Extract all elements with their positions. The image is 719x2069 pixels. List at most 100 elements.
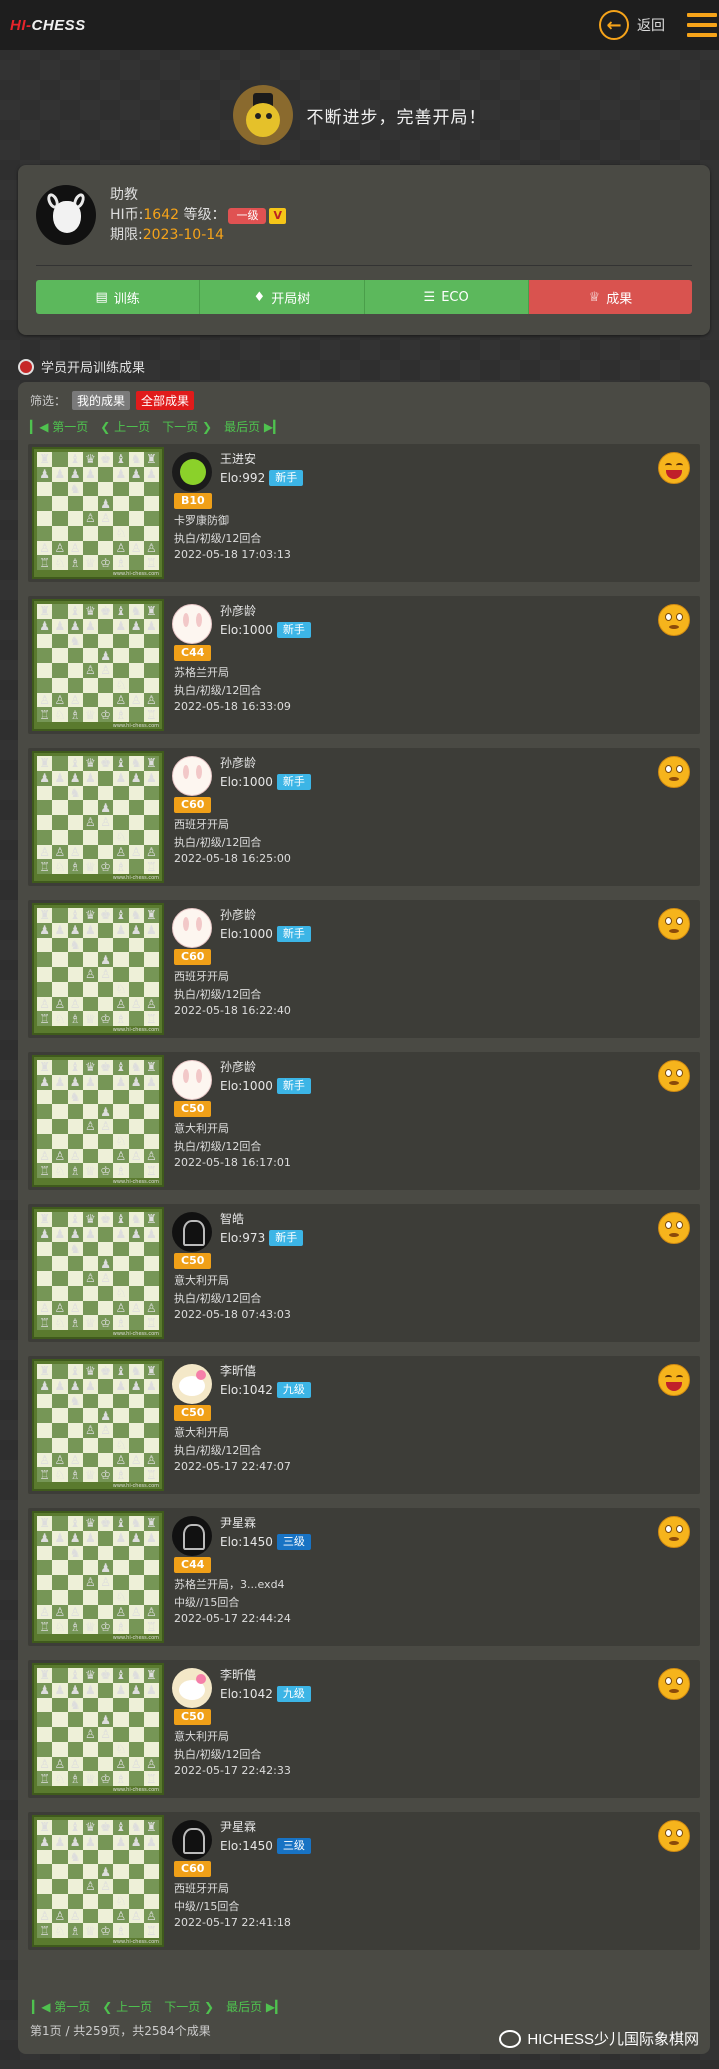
list-item[interactable]: ♜ ♝ ♛ ♚ ♝ ♞ ♜ ♟ ♟ ♟ ♟ ♟ ♟ ♟ ♞ ♟ ♙ ♙ ♘ ♙ ♙ ♙ ♙ ♙ ♙ ♖ ♘ ♗ ♕ ♔ ♗ ♖ www.hi-c… <box>28 1812 700 1950</box>
opening-name: 苏格兰开局 <box>174 666 229 679</box>
training-mode: 执白/初级/12回合 <box>174 1292 262 1305</box>
opening-name: 意大利开局 <box>174 1730 229 1743</box>
opening-name: 西班牙开局 <box>174 1882 229 1895</box>
hi-coin-label: HI币: <box>110 207 144 223</box>
back-label: 返回 <box>637 18 665 34</box>
list-item[interactable]: ♜ ♝ ♛ ♚ ♝ ♞ ♜ ♟ ♟ ♟ ♟ ♟ ♟ ♟ ♞ ♟ ♙ ♙ ♘ ♙ ♙ ♙ ♙ ♙ ♙ ♖ ♘ ♗ ♕ ♔ ♗ ♖ www.hi-c… <box>28 1508 700 1646</box>
laughing-face-icon <box>658 452 690 486</box>
timestamp: 2022-05-17 22:47:07 <box>174 1460 291 1473</box>
elo-value: Elo:1450 <box>220 1839 273 1853</box>
eco-code-badge: C44 <box>174 645 212 661</box>
list-item[interactable]: ♜ ♝ ♛ ♚ ♝ ♞ ♜ ♟ ♟ ♟ ♟ ♟ ♟ ♟ ♞ ♟ ♙ ♙ ♘ ♙ ♙ ♙ ♙ ♙ ♙ ♖ ♘ ♗ ♕ ♔ ♗ ♖ www.hi-c… <box>28 1660 700 1798</box>
eco-code-badge: C44 <box>174 1557 212 1573</box>
last-page-link[interactable]: 最后页 ▶▎ <box>224 418 282 435</box>
expiry-date: 2023-10-14 <box>142 227 225 243</box>
training-mode: 执白/初级/12回合 <box>174 836 262 849</box>
elo-value: Elo:1000 <box>220 927 273 941</box>
training-mode: 执白/初级/12回合 <box>174 1748 262 1761</box>
tab-opening-tree[interactable]: ♦ 开局树 <box>200 280 365 314</box>
level-badge: 新手 <box>276 774 311 790</box>
prev-page-link[interactable]: ❮ 上一页 <box>102 1998 152 2015</box>
level-badge: 九级 <box>276 1382 311 1398</box>
list-item[interactable]: ♜ ♝ ♛ ♚ ♝ ♞ ♜ ♟ ♟ ♟ ♟ ♟ ♟ ♟ ♞ ♟ ♙ ♙ ♘ ♙ ♙ ♙ ♙ ♙ ♙ ♖ ♘ ♗ ♕ ♔ ♗ ♖ www.hi-c… <box>28 444 700 582</box>
player-name: 孙彦龄 <box>220 1060 257 1074</box>
vip-badge: V <box>269 208 286 224</box>
first-page-link[interactable]: ▎◀ 第一页 <box>30 418 88 435</box>
chess-board-thumbnail[interactable]: ♜ ♝ ♛ ♚ ♝ ♞ ♜ ♟ ♟ ♟ ♟ ♟ ♟ ♟ ♞ ♟ ♙ ♙ ♘ ♙ ♙ ♙ ♙ ♙ ♙ ♖ ♘ ♗ ♕ ♔ ♗ ♖ www.hi-c… <box>32 751 164 883</box>
eco-code-badge: C60 <box>174 949 212 965</box>
back-button[interactable]: ← 返回 <box>599 10 665 40</box>
level-badge: 新手 <box>269 1230 304 1246</box>
list-item[interactable]: ♜ ♝ ♛ ♚ ♝ ♞ ♜ ♟ ♟ ♟ ♟ ♟ ♟ ♟ ♞ ♟ ♙ ♙ ♘ ♙ ♙ ♙ ♙ ♙ ♙ ♖ ♘ ♗ ♕ ♔ ♗ ♖ www.hi-c… <box>28 900 700 1038</box>
player-elo: Elo:1000 新手 <box>220 926 311 942</box>
hamburger-menu-icon[interactable] <box>687 13 717 37</box>
next-page-link[interactable]: 下一页 ❯ <box>164 1998 214 2015</box>
list-item[interactable]: ♜ ♝ ♛ ♚ ♝ ♞ ♜ ♟ ♟ ♟ ♟ ♟ ♟ ♟ ♞ ♟ ♙ ♙ ♘ ♙ ♙ ♙ ♙ ♙ ♙ ♖ ♘ ♗ ♕ ♔ ♗ ♖ www.hi-c… <box>28 1204 700 1342</box>
elo-value: Elo:992 <box>220 471 266 485</box>
divider <box>36 265 692 266</box>
arrow-left-icon: ← <box>599 10 629 40</box>
chess-board-thumbnail[interactable]: ♜ ♝ ♛ ♚ ♝ ♞ ♜ ♟ ♟ ♟ ♟ ♟ ♟ ♟ ♞ ♟ ♙ ♙ ♘ ♙ ♙ ♙ ♙ ♙ ♙ ♖ ♘ ♗ ♕ ♔ ♗ ♖ www.hi-c… <box>32 1663 164 1795</box>
board-caption: www.hi-chess.com <box>112 723 159 729</box>
board-caption: www.hi-chess.com <box>112 1027 159 1033</box>
level-badge: 新手 <box>276 926 311 942</box>
rank-badge: 一级 <box>228 208 267 224</box>
sad-face-icon <box>658 1212 690 1246</box>
prev-page-link[interactable]: ❮ 上一页 <box>100 418 150 435</box>
book-icon: ▤ <box>95 289 108 305</box>
training-mode: 执白/初级/12回合 <box>174 684 262 697</box>
profile-card: 助教 HI币:1642 等级： 一级 V 期限:2023-10-14 ▤ 训练 ♦ … <box>18 165 710 335</box>
list-icon: ☰ <box>423 289 436 305</box>
player-elo: Elo:973 新手 <box>220 1230 304 1246</box>
first-page-link[interactable]: ▎◀ 第一页 <box>32 1998 90 2015</box>
section-header: 学员开局训练成果 <box>18 357 145 376</box>
chess-board-thumbnail[interactable]: ♜ ♝ ♛ ♚ ♝ ♞ ♜ ♟ ♟ ♟ ♟ ♟ ♟ ♟ ♞ ♟ ♙ ♙ ♘ ♙ ♙ ♙ ♙ ♙ ♙ ♖ ♘ ♗ ♕ ♔ ♗ ♖ www.hi-c… <box>32 1207 164 1339</box>
board-caption: www.hi-chess.com <box>112 1787 159 1793</box>
tab-results[interactable]: ♕ 成果 <box>528 280 692 314</box>
chess-board-thumbnail[interactable]: ♜ ♝ ♛ ♚ ♝ ♞ ♜ ♟ ♟ ♟ ♟ ♟ ♟ ♟ ♞ ♟ ♙ ♙ ♘ ♙ ♙ ♙ ♙ ♙ ♙ ♖ ♘ ♗ ♕ ♔ ♗ ♖ www.hi-c… <box>32 903 164 1035</box>
tab-eco[interactable]: ☰ ECO <box>364 280 529 314</box>
eco-code-badge: C60 <box>174 797 212 813</box>
red-dot-icon <box>18 358 34 375</box>
elo-value: Elo:1042 <box>220 1687 273 1701</box>
opening-name: 苏格兰开局，3...exd4 <box>174 1578 285 1591</box>
timestamp: 2022-05-18 17:03:13 <box>174 548 291 561</box>
opening-name: 卡罗康防御 <box>174 514 229 527</box>
level-badge: 三级 <box>276 1534 311 1550</box>
eco-code-badge: B10 <box>174 493 212 509</box>
chess-board-thumbnail[interactable]: ♜ ♝ ♛ ♚ ♝ ♞ ♜ ♟ ♟ ♟ ♟ ♟ ♟ ♟ ♞ ♟ ♙ ♙ ♘ ♙ ♙ ♙ ♙ ♙ ♙ ♖ ♘ ♗ ♕ ♔ ♗ ♖ www.hi-c… <box>32 1359 164 1491</box>
player-elo: Elo:992 新手 <box>220 470 304 486</box>
timestamp: 2022-05-17 22:42:33 <box>174 1764 291 1777</box>
hi-coin-value: 1642 <box>143 207 180 223</box>
chess-board-thumbnail[interactable]: ♜ ♝ ♛ ♚ ♝ ♞ ♜ ♟ ♟ ♟ ♟ ♟ ♟ ♟ ♞ ♟ ♙ ♙ ♘ ♙ ♙ ♙ ♙ ♙ ♙ ♖ ♘ ♗ ♕ ♔ ♗ ♖ www.hi-c… <box>32 447 164 579</box>
filter-all-button[interactable]: 全部成果 <box>136 390 195 410</box>
logo[interactable]: HI-CHESS <box>10 17 86 34</box>
laughing-face-icon <box>658 1364 690 1398</box>
next-page-link[interactable]: 下一页 ❯ <box>162 418 212 435</box>
opening-name: 西班牙开局 <box>174 818 229 831</box>
eco-code-badge: C50 <box>174 1709 212 1725</box>
elo-value: Elo:1000 <box>220 775 273 789</box>
filter-mine-button[interactable]: 我的成果 <box>72 390 131 410</box>
list-item[interactable]: ♜ ♝ ♛ ♚ ♝ ♞ ♜ ♟ ♟ ♟ ♟ ♟ ♟ ♟ ♞ ♟ ♙ ♙ ♘ ♙ ♙ ♙ ♙ ♙ ♙ ♖ ♘ ♗ ♕ ♔ ♗ ♖ www.hi-c… <box>28 596 700 734</box>
last-page-link[interactable]: 最后页 ▶▎ <box>226 1998 284 2015</box>
chess-board-thumbnail[interactable]: ♜ ♝ ♛ ♚ ♝ ♞ ♜ ♟ ♟ ♟ ♟ ♟ ♟ ♟ ♞ ♟ ♙ ♙ ♘ ♙ ♙ ♙ ♙ ♙ ♙ ♖ ♘ ♗ ♕ ♔ ♗ ♖ www.hi-c… <box>32 599 164 731</box>
chess-board-thumbnail[interactable]: ♜ ♝ ♛ ♚ ♝ ♞ ♜ ♟ ♟ ♟ ♟ ♟ ♟ ♟ ♞ ♟ ♙ ♙ ♘ ♙ ♙ ♙ ♙ ♙ ♙ ♖ ♘ ♗ ♕ ♔ ♗ ♖ www.hi-c… <box>32 1511 164 1643</box>
chess-board-thumbnail[interactable]: ♜ ♝ ♛ ♚ ♝ ♞ ♜ ♟ ♟ ♟ ♟ ♟ ♟ ♟ ♞ ♟ ♙ ♙ ♘ ♙ ♙ ♙ ♙ ♙ ♙ ♖ ♘ ♗ ♕ ♔ ♗ ♖ www.hi-c… <box>32 1055 164 1187</box>
sad-face-icon <box>658 1516 690 1550</box>
elo-value: Elo:973 <box>220 1231 266 1245</box>
list-item[interactable]: ♜ ♝ ♛ ♚ ♝ ♞ ♜ ♟ ♟ ♟ ♟ ♟ ♟ ♟ ♞ ♟ ♙ ♙ ♘ ♙ ♙ ♙ ♙ ♙ ♙ ♖ ♘ ♗ ♕ ♔ ♗ ♖ www.hi-c… <box>28 748 700 886</box>
player-elo: Elo:1042 九级 <box>220 1382 311 1398</box>
list-item[interactable]: ♜ ♝ ♛ ♚ ♝ ♞ ♜ ♟ ♟ ♟ ♟ ♟ ♟ ♟ ♞ ♟ ♙ ♙ ♘ ♙ ♙ ♙ ♙ ♙ ♙ ♖ ♘ ♗ ♕ ♔ ♗ ♖ www.hi-c… <box>28 1356 700 1494</box>
user-avatar <box>36 185 96 245</box>
player-name: 李昕僖 <box>220 1668 257 1682</box>
list-item[interactable]: ♜ ♝ ♛ ♚ ♝ ♞ ♜ ♟ ♟ ♟ ♟ ♟ ♟ ♟ ♞ ♟ ♙ ♙ ♘ ♙ ♙ ♙ ♙ ♙ ♙ ♖ ♘ ♗ ♕ ♔ ♗ ♖ www.hi-c… <box>28 1052 700 1190</box>
tab-training[interactable]: ▤ 训练 <box>36 280 201 314</box>
training-mode: 执白/初级/12回合 <box>174 532 262 545</box>
bell-icon: ♦ <box>253 289 266 305</box>
chess-board-thumbnail[interactable]: ♜ ♝ ♛ ♚ ♝ ♞ ♜ ♟ ♟ ♟ ♟ ♟ ♟ ♟ ♞ ♟ ♙ ♙ ♘ ♙ ♙ ♙ ♙ ♙ ♙ ♖ ♘ ♗ ♕ ♔ ♗ ♖ www.hi-c… <box>32 1815 164 1947</box>
pager-bottom: ▎◀ 第一页 ❮ 上一页 下一页 ❯ 最后页 ▶▎ <box>32 1996 284 2016</box>
training-mode: 执白/初级/12回合 <box>174 1444 262 1457</box>
elo-value: Elo:1450 <box>220 1535 273 1549</box>
sad-face-icon <box>658 1060 690 1094</box>
